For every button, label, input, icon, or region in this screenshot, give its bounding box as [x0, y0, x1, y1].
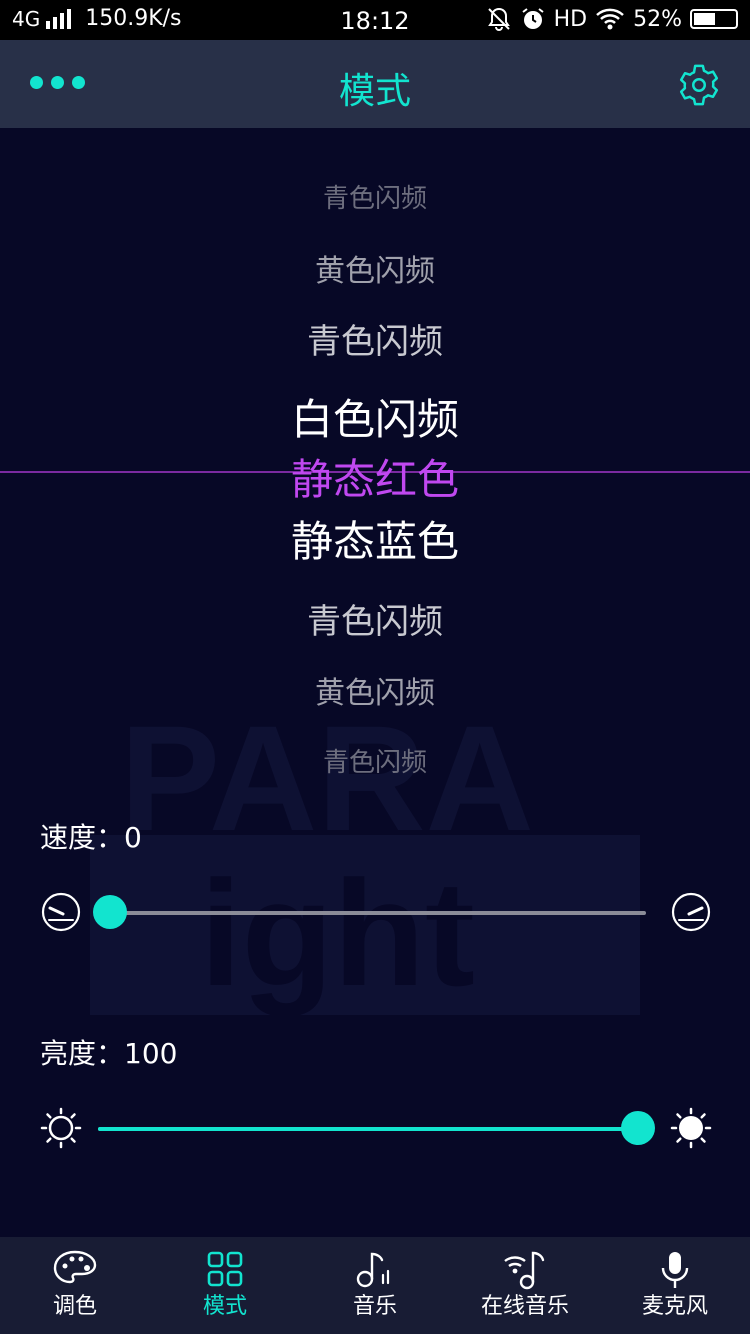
picker-item[interactable]: 青色闪频 [0, 314, 750, 363]
picker-item[interactable]: 青色闪频 [0, 594, 750, 643]
tab-online-music[interactable]: 在线音乐 [450, 1237, 600, 1334]
speed-slow-icon [41, 892, 81, 932]
palette-icon [53, 1250, 97, 1284]
battery-icon [690, 9, 738, 29]
tab-mode[interactable]: 模式 [150, 1237, 300, 1334]
speed-slider-knob[interactable] [93, 895, 127, 929]
alarm-icon [522, 8, 544, 29]
tab-color[interactable]: 调色 [0, 1237, 150, 1334]
tab-label: 麦克风 [641, 1294, 708, 1319]
grid-icon [207, 1251, 243, 1287]
page-title: 模式 [338, 71, 411, 112]
hd-indicator: HD [553, 6, 588, 32]
brightness-label-row: 亮度：100 [40, 1032, 177, 1072]
speed-track[interactable] [110, 911, 646, 915]
picker-item-selected[interactable]: 静态红色 [0, 446, 750, 507]
speed-label-row: 速度：0 [40, 816, 142, 856]
picker-item[interactable]: 静态蓝色 [0, 508, 750, 569]
brightness-label: 亮度： [40, 1037, 125, 1070]
brightness-value: 100 [124, 1037, 178, 1070]
picker-item[interactable]: 青色闪频 [0, 178, 750, 215]
picker-item[interactable]: 青色闪频 [0, 742, 750, 779]
microphone-icon [661, 1252, 689, 1288]
tab-label: 音乐 [352, 1294, 397, 1319]
wifi-icon [596, 8, 624, 30]
brightness-slider-knob[interactable] [621, 1111, 655, 1145]
mode-picker[interactable]: 青色闪频 黄色闪频 青色闪频 白色闪频 静态红色 静态蓝色 青色闪频 黄色闪频 … [0, 128, 750, 808]
brightness-track-fill [98, 1127, 638, 1131]
speed-value: 0 [124, 821, 142, 854]
tab-music[interactable]: 音乐 [300, 1237, 450, 1334]
gear-icon[interactable] [676, 62, 722, 108]
app-header: 模式 [0, 40, 750, 128]
online-music-icon [504, 1251, 545, 1290]
mute-bell-icon [487, 7, 510, 31]
tab-label: 调色 [52, 1294, 97, 1319]
music-note-icon [356, 1252, 390, 1288]
speed-label: 速度： [40, 821, 125, 854]
sun-bright-icon [670, 1107, 712, 1149]
picker-item[interactable]: 黄色闪频 [0, 246, 750, 290]
brightness-slider[interactable] [0, 1103, 750, 1153]
status-bar: 4G 150.9K/s 18:12 HD 52% [0, 0, 750, 40]
sun-dim-icon [40, 1107, 82, 1149]
battery-percent: 52% [633, 6, 682, 32]
tab-microphone[interactable]: 麦克风 [600, 1237, 750, 1334]
tab-label: 模式 [202, 1294, 247, 1319]
picker-item[interactable]: 黄色闪频 [0, 668, 750, 712]
bottom-tab-bar: 调色 模式 音乐 在线音乐 麦克风 [0, 1237, 750, 1334]
speed-fast-icon [671, 892, 711, 932]
tab-label: 在线音乐 [480, 1294, 569, 1319]
picker-item[interactable]: 白色闪频 [0, 386, 750, 447]
speed-slider[interactable] [0, 887, 750, 937]
